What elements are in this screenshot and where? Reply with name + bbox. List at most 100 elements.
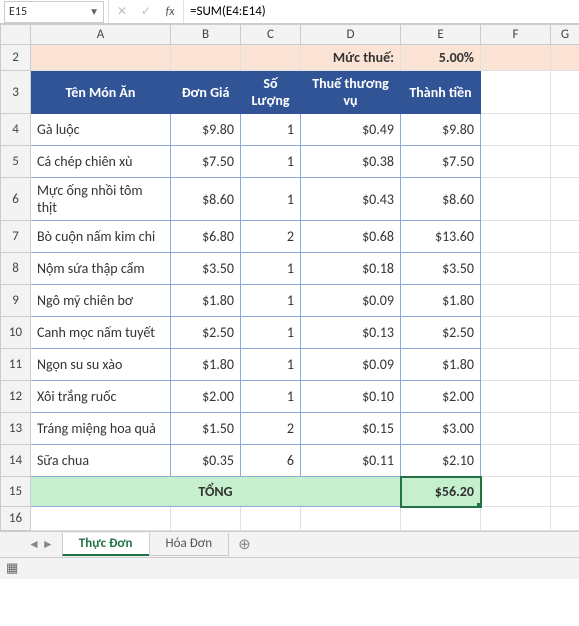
dish-qty[interactable]: 1 bbox=[241, 285, 301, 317]
row-header-11[interactable]: 11 bbox=[1, 349, 31, 381]
cell[interactable] bbox=[481, 146, 551, 178]
total-label[interactable]: TỔNG bbox=[31, 477, 401, 507]
add-sheet-button[interactable]: ⊕ bbox=[228, 532, 252, 557]
cell[interactable] bbox=[481, 178, 551, 221]
row-header-15[interactable]: 15 bbox=[1, 477, 31, 507]
col-header-B[interactable]: B bbox=[171, 25, 241, 45]
row-header-14[interactable]: 14 bbox=[1, 445, 31, 477]
header-qty[interactable]: Số Lượng bbox=[241, 71, 301, 114]
col-header-A[interactable]: A bbox=[31, 25, 171, 45]
dish-price[interactable]: $6.80 bbox=[171, 221, 241, 253]
dish-total[interactable]: $2.10 bbox=[401, 445, 481, 477]
dish-total[interactable]: $1.80 bbox=[401, 285, 481, 317]
dish-total[interactable]: $2.00 bbox=[401, 381, 481, 413]
cell[interactable] bbox=[551, 178, 579, 221]
dish-tax[interactable]: $0.18 bbox=[301, 253, 401, 285]
header-total[interactable]: Thành tiền bbox=[401, 71, 481, 114]
fx-icon[interactable]: fx bbox=[163, 5, 177, 19]
cell[interactable] bbox=[401, 507, 481, 531]
dish-total[interactable]: $13.60 bbox=[401, 221, 481, 253]
cell[interactable] bbox=[241, 507, 301, 531]
dish-tax[interactable]: $0.10 bbox=[301, 381, 401, 413]
dish-tax[interactable]: $0.15 bbox=[301, 413, 401, 445]
dish-total[interactable]: $1.80 bbox=[401, 349, 481, 381]
dish-total[interactable]: $2.50 bbox=[401, 317, 481, 349]
dish-qty[interactable]: 6 bbox=[241, 445, 301, 477]
row-header-9[interactable]: 9 bbox=[1, 285, 31, 317]
cell[interactable] bbox=[481, 114, 551, 146]
cell[interactable] bbox=[551, 253, 579, 285]
dish-qty[interactable]: 1 bbox=[241, 178, 301, 221]
dish-total[interactable]: $7.50 bbox=[401, 146, 481, 178]
sheet-tab[interactable]: Hóa Đơn bbox=[149, 533, 230, 556]
col-header-E[interactable]: E bbox=[401, 25, 481, 45]
select-all-corner[interactable] bbox=[1, 25, 31, 45]
tab-nav-next-icon[interactable]: ► bbox=[42, 537, 54, 552]
dish-name[interactable]: Tráng miệng hoa quả bbox=[31, 413, 171, 445]
cell[interactable] bbox=[551, 45, 579, 71]
dish-price[interactable]: $8.60 bbox=[171, 178, 241, 221]
cell[interactable] bbox=[551, 413, 579, 445]
cell[interactable] bbox=[171, 45, 241, 71]
col-header-F[interactable]: F bbox=[481, 25, 551, 45]
dish-total[interactable]: $3.00 bbox=[401, 413, 481, 445]
dish-tax[interactable]: $0.11 bbox=[301, 445, 401, 477]
cell[interactable] bbox=[481, 71, 551, 114]
cancel-icon[interactable]: ✕ bbox=[115, 4, 129, 19]
dish-tax[interactable]: $0.68 bbox=[301, 221, 401, 253]
dish-qty[interactable]: 1 bbox=[241, 317, 301, 349]
name-box[interactable]: E15 ▼ bbox=[4, 1, 104, 23]
dish-name[interactable]: Ngô mỹ chiên bơ bbox=[31, 285, 171, 317]
dish-qty[interactable]: 1 bbox=[241, 146, 301, 178]
col-header-D[interactable]: D bbox=[301, 25, 401, 45]
cell[interactable] bbox=[551, 507, 579, 531]
cell[interactable] bbox=[551, 381, 579, 413]
row-header-10[interactable]: 10 bbox=[1, 317, 31, 349]
dish-name[interactable]: Canh mọc nấm tuyết bbox=[31, 317, 171, 349]
cell[interactable] bbox=[31, 507, 171, 531]
cell[interactable] bbox=[481, 221, 551, 253]
dish-qty[interactable]: 1 bbox=[241, 253, 301, 285]
cell[interactable] bbox=[171, 507, 241, 531]
dish-name[interactable]: Bò cuộn nấm kim chi bbox=[31, 221, 171, 253]
row-header-7[interactable]: 7 bbox=[1, 221, 31, 253]
dish-price[interactable]: $1.80 bbox=[171, 349, 241, 381]
cell[interactable] bbox=[241, 45, 301, 71]
cell[interactable] bbox=[551, 349, 579, 381]
dish-price[interactable]: $2.00 bbox=[171, 381, 241, 413]
dish-tax[interactable]: $0.43 bbox=[301, 178, 401, 221]
dish-total[interactable]: $3.50 bbox=[401, 253, 481, 285]
dish-tax[interactable]: $0.09 bbox=[301, 285, 401, 317]
cell[interactable] bbox=[481, 45, 551, 71]
cell[interactable] bbox=[551, 477, 579, 507]
cell[interactable] bbox=[551, 285, 579, 317]
cell[interactable] bbox=[481, 285, 551, 317]
row-header-2[interactable]: 2 bbox=[1, 45, 31, 71]
dish-price[interactable]: $0.35 bbox=[171, 445, 241, 477]
dish-qty[interactable]: 1 bbox=[241, 349, 301, 381]
dish-name[interactable]: Mực ống nhồi tôm thịt bbox=[31, 178, 171, 221]
cell[interactable] bbox=[301, 507, 401, 531]
row-header-5[interactable]: 5 bbox=[1, 146, 31, 178]
row-header-6[interactable]: 6 bbox=[1, 178, 31, 221]
col-header-C[interactable]: C bbox=[241, 25, 301, 45]
cell[interactable] bbox=[551, 445, 579, 477]
dish-qty[interactable]: 1 bbox=[241, 381, 301, 413]
dish-price[interactable]: $3.50 bbox=[171, 253, 241, 285]
cell[interactable] bbox=[551, 221, 579, 253]
cell[interactable] bbox=[481, 445, 551, 477]
cell[interactable] bbox=[481, 507, 551, 531]
header-tax[interactable]: Thuế thương vụ bbox=[301, 71, 401, 114]
dish-price[interactable]: $9.80 bbox=[171, 114, 241, 146]
cell[interactable] bbox=[551, 71, 579, 114]
dish-name[interactable]: Xôi trắng ruốc bbox=[31, 381, 171, 413]
cell[interactable] bbox=[551, 146, 579, 178]
tax-value[interactable]: 5.00% bbox=[401, 45, 481, 71]
row-header-3[interactable]: 3 bbox=[1, 71, 31, 114]
record-macro-icon[interactable]: ▦ bbox=[6, 561, 18, 576]
cell[interactable] bbox=[481, 381, 551, 413]
dish-qty[interactable]: 1 bbox=[241, 114, 301, 146]
cell[interactable] bbox=[481, 253, 551, 285]
dish-name[interactable]: Gà luộc bbox=[31, 114, 171, 146]
chevron-down-icon[interactable]: ▼ bbox=[89, 5, 99, 18]
